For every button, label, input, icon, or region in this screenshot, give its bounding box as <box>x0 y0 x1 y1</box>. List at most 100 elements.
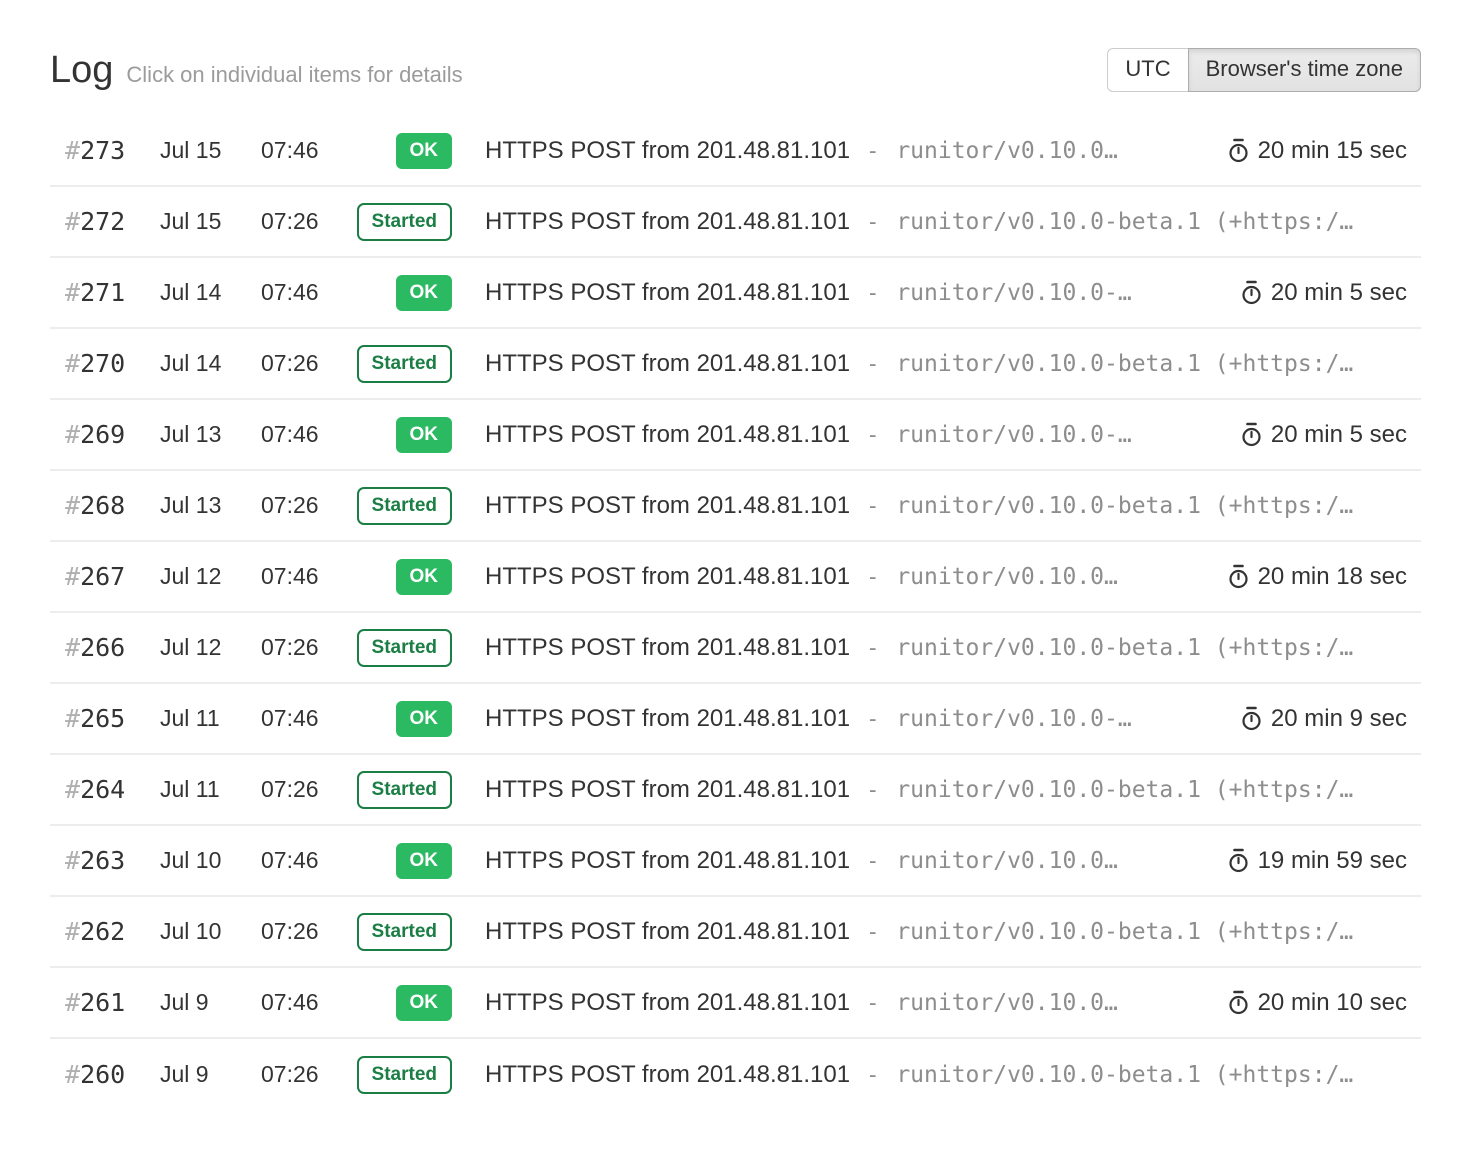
event-number: 273 <box>80 136 125 165</box>
user-agent: runitor/v0.10.0-beta.1 (+https:/… <box>896 1062 1353 1088</box>
event-description: HTTPS POST from 201.48.81.101 - runitor/… <box>485 776 1407 804</box>
duration: 20 min 5 sec <box>1216 421 1407 449</box>
user-agent: runitor/v0.10.0-beta.1 (+https:/… <box>896 777 1353 803</box>
event-description: HTTPS POST from 201.48.81.101 - runitor/… <box>485 918 1407 946</box>
user-agent: runitor/v0.10.0-beta.1 (+https:/… <box>896 351 1353 377</box>
log-row[interactable]: #273 Jul 15 07:46 OK HTTPS POST from 201… <box>50 116 1421 187</box>
event-number: 264 <box>80 775 125 804</box>
event-source: HTTPS POST from 201.48.81.101 <box>485 563 850 591</box>
utc-button[interactable]: UTC <box>1107 48 1187 91</box>
status-badge: OK <box>396 417 453 453</box>
hash-prefix: # <box>65 1060 80 1089</box>
page-title: Log <box>50 49 113 92</box>
event-separator: - <box>866 352 879 377</box>
status-badge: Started <box>357 203 452 241</box>
duration: 20 min 9 sec <box>1216 705 1407 733</box>
event-separator: - <box>866 920 879 945</box>
log-row[interactable]: #271 Jul 14 07:46 OK HTTPS POST from 201… <box>50 258 1421 329</box>
status-badge: Started <box>357 771 452 809</box>
event-number: 267 <box>80 562 125 591</box>
event-time: 07:46 <box>261 563 351 590</box>
event-source: HTTPS POST from 201.48.81.101 <box>485 421 850 449</box>
log-row[interactable]: #260 Jul 9 07:26 Started HTTPS POST from… <box>50 1039 1421 1110</box>
user-agent: runitor/v0.10.0… <box>896 138 1118 164</box>
log-row[interactable]: #264 Jul 11 07:26 Started HTTPS POST fro… <box>50 755 1421 826</box>
stopwatch-icon <box>1227 138 1250 163</box>
status-badge-cell: Started <box>351 203 452 241</box>
event-time: 07:46 <box>261 279 351 306</box>
event-number: 260 <box>80 1060 125 1089</box>
event-time: 07:26 <box>261 208 351 235</box>
log-row[interactable]: #268 Jul 13 07:26 Started HTTPS POST fro… <box>50 471 1421 542</box>
status-badge-cell: Started <box>351 771 452 809</box>
event-date: Jul 9 <box>160 1061 261 1088</box>
check-number: #269 <box>65 420 160 449</box>
status-badge: OK <box>396 133 453 169</box>
event-separator: - <box>866 778 879 803</box>
event-source: HTTPS POST from 201.48.81.101 <box>485 634 850 662</box>
stopwatch-icon <box>1240 422 1263 447</box>
event-time: 07:46 <box>261 989 351 1016</box>
duration: 20 min 5 sec <box>1216 279 1407 307</box>
status-badge: Started <box>357 487 452 525</box>
status-badge: Started <box>357 345 452 383</box>
log-row[interactable]: #262 Jul 10 07:26 Started HTTPS POST fro… <box>50 897 1421 968</box>
hash-prefix: # <box>65 136 80 165</box>
event-separator: - <box>866 636 879 661</box>
event-time: 07:26 <box>261 350 351 377</box>
user-agent: runitor/v0.10.0-beta.1 (+https:/… <box>896 635 1353 661</box>
user-agent: runitor/v0.10.0… <box>896 564 1118 590</box>
event-description: HTTPS POST from 201.48.81.101 - runitor/… <box>485 989 1203 1017</box>
status-badge: Started <box>357 1056 452 1094</box>
hash-prefix: # <box>65 207 80 236</box>
duration-text: 20 min 9 sec <box>1271 705 1407 733</box>
log-row[interactable]: #267 Jul 12 07:46 OK HTTPS POST from 201… <box>50 542 1421 613</box>
log-row[interactable]: #263 Jul 10 07:46 OK HTTPS POST from 201… <box>50 826 1421 897</box>
log-row[interactable]: #261 Jul 9 07:46 OK HTTPS POST from 201.… <box>50 968 1421 1039</box>
log-row[interactable]: #272 Jul 15 07:26 Started HTTPS POST fro… <box>50 187 1421 258</box>
event-date: Jul 9 <box>160 989 261 1016</box>
event-date: Jul 11 <box>160 776 261 803</box>
event-number: 271 <box>80 278 125 307</box>
event-description: HTTPS POST from 201.48.81.101 - runitor/… <box>485 563 1203 591</box>
log-row[interactable]: #270 Jul 14 07:26 Started HTTPS POST fro… <box>50 329 1421 400</box>
status-badge-cell: Started <box>351 345 452 383</box>
check-number: #268 <box>65 491 160 520</box>
duration: 20 min 15 sec <box>1203 137 1407 165</box>
event-source: HTTPS POST from 201.48.81.101 <box>485 705 850 733</box>
duration: 20 min 10 sec <box>1203 989 1407 1017</box>
event-time: 07:26 <box>261 918 351 945</box>
status-badge: OK <box>396 559 453 595</box>
status-badge: OK <box>396 275 453 311</box>
status-badge: OK <box>396 843 453 879</box>
log-row[interactable]: #266 Jul 12 07:26 Started HTTPS POST fro… <box>50 613 1421 684</box>
event-date: Jul 11 <box>160 705 261 732</box>
log-page: Log Click on individual items for detail… <box>0 0 1470 1156</box>
check-number: #263 <box>65 846 160 875</box>
event-date: Jul 10 <box>160 847 261 874</box>
event-date: Jul 12 <box>160 634 261 661</box>
page-subtitle: Click on individual items for details <box>126 62 462 88</box>
check-number: #261 <box>65 988 160 1017</box>
log-row[interactable]: #265 Jul 11 07:46 OK HTTPS POST from 201… <box>50 684 1421 755</box>
status-badge: OK <box>396 985 453 1021</box>
event-date: Jul 15 <box>160 137 261 164</box>
event-source: HTTPS POST from 201.48.81.101 <box>485 208 850 236</box>
duration-text: 20 min 18 sec <box>1258 563 1407 591</box>
event-separator: - <box>866 991 879 1016</box>
duration-text: 19 min 59 sec <box>1258 847 1407 875</box>
log-row[interactable]: #269 Jul 13 07:46 OK HTTPS POST from 201… <box>50 400 1421 471</box>
event-date: Jul 12 <box>160 563 261 590</box>
stopwatch-icon <box>1240 706 1263 731</box>
browser-timezone-button[interactable]: Browser's time zone <box>1188 48 1421 91</box>
event-separator: - <box>866 281 879 306</box>
status-badge-cell: OK <box>351 985 452 1021</box>
event-separator: - <box>866 565 879 590</box>
user-agent: runitor/v0.10.0-beta.1 (+https:/… <box>896 493 1353 519</box>
event-source: HTTPS POST from 201.48.81.101 <box>485 279 850 307</box>
user-agent: runitor/v0.10.0-… <box>896 280 1131 306</box>
event-description: HTTPS POST from 201.48.81.101 - runitor/… <box>485 350 1407 378</box>
event-description: HTTPS POST from 201.48.81.101 - runitor/… <box>485 208 1407 236</box>
event-date: Jul 15 <box>160 208 261 235</box>
status-badge-cell: Started <box>351 487 452 525</box>
